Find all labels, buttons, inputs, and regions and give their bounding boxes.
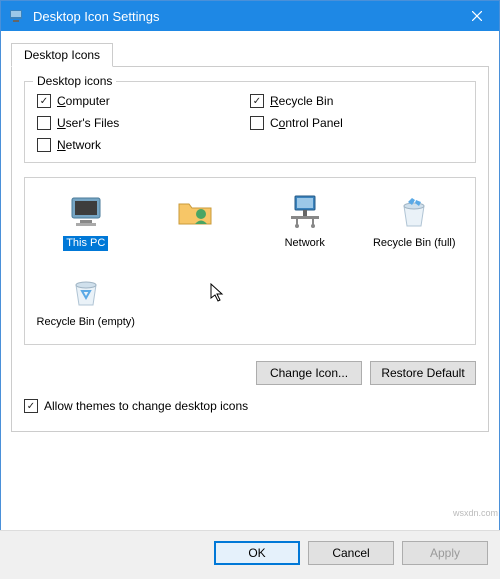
recycle-bin-empty-icon (66, 271, 106, 311)
checkbox-users-files[interactable]: User's Files (37, 116, 250, 130)
user-folder-icon (175, 192, 215, 232)
checkbox-icon (250, 94, 264, 108)
window-title: Desktop Icon Settings (33, 9, 454, 24)
preview-this-pc[interactable]: This PC (31, 188, 141, 255)
checkbox-grid: Computer Recycle Bin User's Files Contro… (37, 94, 463, 152)
preview-label: Network (282, 236, 328, 251)
close-icon (472, 11, 482, 21)
checkbox-icon (250, 116, 264, 130)
close-button[interactable] (454, 1, 499, 31)
checkbox-label: Recycle Bin (270, 94, 333, 108)
preview-user-files[interactable] (141, 188, 251, 255)
ok-button[interactable]: OK (214, 541, 300, 565)
checkbox-allow-themes[interactable]: Allow themes to change desktop icons (24, 399, 476, 413)
checkbox-label: Network (57, 138, 101, 152)
desktop-icons-group: Desktop icons Computer Recycle Bin User'… (24, 81, 476, 163)
tabstrip: Desktop Icons (11, 43, 489, 67)
icon-buttons-row: Change Icon... Restore Default (24, 361, 476, 385)
watermark: wsxdn.com (453, 508, 498, 518)
icon-preview-box: This PC (24, 177, 476, 345)
content-area: Desktop Icons Desktop icons Computer Rec… (1, 31, 499, 442)
dialog-footer: OK Cancel Apply (0, 530, 500, 579)
tab-desktop-icons[interactable]: Desktop Icons (11, 43, 113, 67)
checkbox-icon (37, 94, 51, 108)
network-icon (285, 192, 325, 232)
computer-icon (66, 192, 106, 232)
checkbox-label: Allow themes to change desktop icons (44, 399, 248, 413)
checkbox-label: Control Panel (270, 116, 343, 130)
change-icon-button[interactable]: Change Icon... (256, 361, 362, 385)
cursor-icon (210, 283, 226, 303)
preview-recycle-bin-empty[interactable]: Recycle Bin (empty) (31, 267, 141, 334)
preview-label: This PC (63, 236, 108, 251)
app-icon (9, 8, 25, 24)
restore-default-button[interactable]: Restore Default (370, 361, 476, 385)
preview-recycle-bin-full[interactable]: Recycle Bin (full) (360, 188, 470, 255)
preview-label: Recycle Bin (empty) (34, 315, 138, 330)
preview-network[interactable]: Network (250, 188, 360, 255)
titlebar: Desktop Icon Settings (1, 1, 499, 31)
preview-label (192, 236, 198, 238)
tab-panel: Desktop icons Computer Recycle Bin User'… (11, 67, 489, 432)
checkbox-icon (37, 138, 51, 152)
apply-button[interactable]: Apply (402, 541, 488, 565)
checkbox-icon (37, 116, 51, 130)
cancel-button[interactable]: Cancel (308, 541, 394, 565)
checkbox-computer[interactable]: Computer (37, 94, 250, 108)
checkbox-icon (24, 399, 38, 413)
checkbox-label: User's Files (57, 116, 119, 130)
checkbox-label: Computer (57, 94, 110, 108)
recycle-bin-full-icon (394, 192, 434, 232)
group-legend: Desktop icons (33, 74, 116, 88)
checkbox-recycle-bin[interactable]: Recycle Bin (250, 94, 463, 108)
checkbox-network[interactable]: Network (37, 138, 250, 152)
checkbox-control-panel[interactable]: Control Panel (250, 116, 463, 130)
preview-label: Recycle Bin (full) (370, 236, 459, 251)
